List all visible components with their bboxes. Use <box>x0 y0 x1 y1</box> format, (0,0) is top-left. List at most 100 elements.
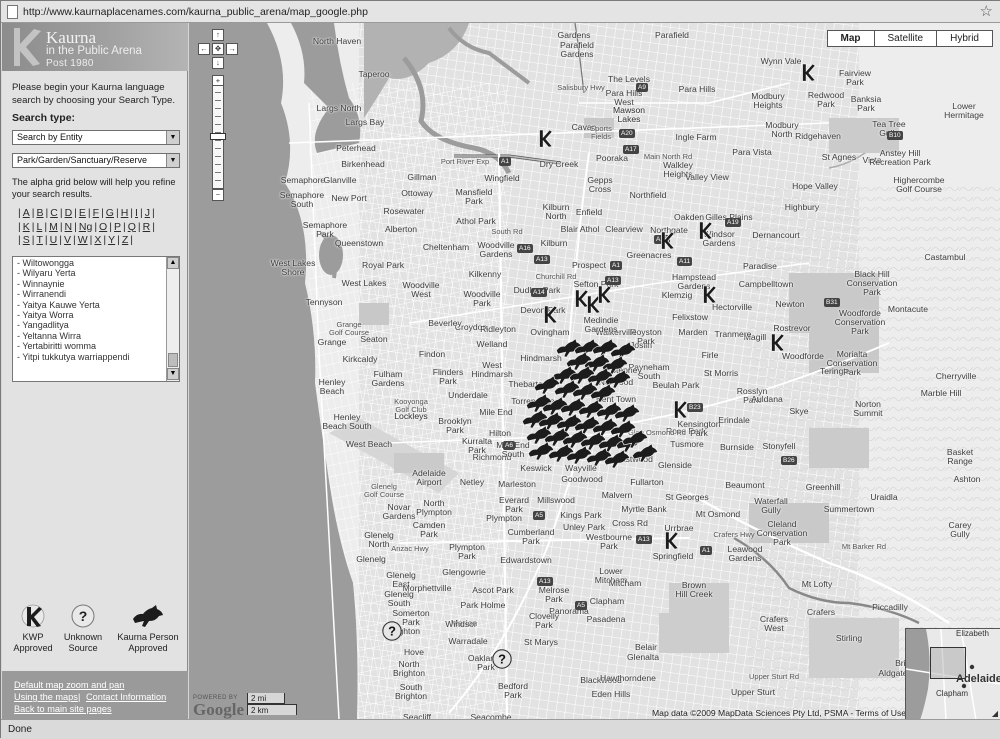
alpha-letter[interactable]: Z <box>122 234 128 246</box>
map-place-label: Paradise <box>743 261 777 271</box>
map-place-label: Morphettville <box>402 583 452 593</box>
kwp-approved-marker-icon[interactable] <box>698 283 720 307</box>
scroll-down-icon[interactable]: ▼ <box>167 368 179 380</box>
alpha-grid-help: The alpha grid below will help you refin… <box>12 177 176 199</box>
list-item[interactable]: - Wiltowongga <box>13 258 179 268</box>
zoom-out-button[interactable]: − <box>212 189 224 201</box>
alpha-letter[interactable]: J <box>145 207 150 219</box>
list-item[interactable]: - Yeltanna Wirra <box>13 331 179 341</box>
kwp-approved-marker-icon[interactable] <box>534 127 556 151</box>
overview-label-elizabeth: Elizabeth <box>956 629 989 638</box>
list-item[interactable]: - Yaitya Worra <box>13 310 179 320</box>
google-logo[interactable]: POWERED BY Google <box>193 695 244 718</box>
overview-map[interactable]: Elizabeth Adelaide Clapham ◢ <box>905 628 1000 719</box>
alpha-letter[interactable]: N <box>65 221 73 233</box>
list-item-label: Wilyaru Yerta <box>22 268 76 279</box>
scroll-up-icon[interactable]: ▲ <box>167 257 179 269</box>
alpha-letter[interactable]: E <box>79 207 86 219</box>
list-item[interactable]: - Wilyaru Yerta <box>13 268 179 278</box>
map-type-hybrid-button[interactable]: Hybrid <box>936 30 993 47</box>
list-item[interactable]: - Yaitya Kauwe Yerta <box>13 300 179 310</box>
alpha-separator: | <box>87 207 91 219</box>
alpha-letter[interactable]: M <box>49 221 58 233</box>
pan-center-button[interactable]: ✥ <box>212 43 224 55</box>
list-item[interactable]: - Yertabiritti womma <box>13 341 179 351</box>
place-name-list[interactable]: - Wiltowongga - Wilyaru Yerta - Winnaynie -… <box>12 256 180 382</box>
alpha-letter[interactable]: X <box>94 234 101 246</box>
overview-collapse-icon[interactable]: ◢ <box>992 709 998 718</box>
map-place-label: Novar Gardens <box>382 502 416 522</box>
unknown-source-marker-icon[interactable]: ? <box>491 648 513 670</box>
url-input[interactable] <box>23 4 973 20</box>
alpha-letter[interactable]: F <box>93 207 99 219</box>
site-logo[interactable]: Kaurna in the Public Arena Post 1980 <box>2 23 188 71</box>
back-to-main-site-link[interactable]: Back to main site pages <box>14 704 112 714</box>
alpha-letter[interactable]: S <box>23 234 30 246</box>
contact-information-link[interactable]: Contact Information <box>86 692 166 702</box>
alpha-letter[interactable]: L <box>36 221 42 233</box>
kwp-approved-marker-icon[interactable] <box>656 229 678 253</box>
alpha-letter[interactable]: V <box>64 234 71 246</box>
alpha-letter[interactable]: C <box>50 207 58 219</box>
map-place-label: Bedford Park <box>497 681 529 701</box>
alpha-letter[interactable]: O <box>99 221 107 233</box>
alpha-letter[interactable]: K <box>23 221 30 233</box>
list-item[interactable]: - Yitpi tukkutya warriappendi <box>13 352 179 362</box>
kwp-approved-marker-icon[interactable] <box>539 303 561 327</box>
alpha-letter[interactable]: B <box>36 207 43 219</box>
alpha-letter[interactable]: Ng <box>79 221 92 233</box>
list-item[interactable]: - Yangadlitya <box>13 320 179 330</box>
using-maps-link[interactable]: Using the maps <box>14 692 78 702</box>
alpha-separator: | <box>152 220 155 233</box>
google-map[interactable]: North Haven Taperoo Largs North Largs Bay Pe… <box>189 23 1000 719</box>
map-place-label: Semaphore South <box>279 190 325 210</box>
pan-down-button[interactable]: ↓ <box>212 57 224 69</box>
search-type-select[interactable]: Search by Entity ▼ <box>12 130 180 145</box>
list-item[interactable]: - Winnaynie <box>13 279 179 289</box>
kaurna-person-marker-icon[interactable] <box>630 442 660 464</box>
alpha-letter[interactable]: G <box>106 207 114 219</box>
kwp-approved-marker-icon[interactable] <box>593 283 615 307</box>
alpha-letter[interactable]: R <box>143 221 151 233</box>
chevron-down-icon[interactable]: ▼ <box>166 131 179 144</box>
alpha-letter[interactable]: A <box>23 207 30 219</box>
map-place-label: Wynn Vale <box>760 56 802 66</box>
alpha-letter[interactable]: Y <box>108 234 115 246</box>
pan-left-button[interactable]: ← <box>198 43 210 55</box>
map-attribution[interactable]: Map data ©2009 MapData Sciences Pty Ltd,… <box>652 708 906 718</box>
category-select[interactable]: Park/Garden/Sanctuary/Reserve ▼ <box>12 153 180 168</box>
map-type-map-button[interactable]: Map <box>826 30 875 47</box>
alpha-letter[interactable]: T <box>36 234 42 246</box>
bookmark-star-icon[interactable]: ☆ <box>980 2 993 20</box>
map-place-label: Gardens <box>557 30 591 40</box>
map-place-label: Keswick <box>520 463 552 473</box>
unknown-source-marker-icon[interactable]: ? <box>381 620 403 642</box>
map-place-label: Parafield <box>655 30 689 40</box>
map-place-label: Taperoo <box>358 69 390 79</box>
alpha-letter[interactable]: H <box>121 207 129 219</box>
map-place-label: Crafers West <box>759 614 789 634</box>
kaurna-person-marker-icon[interactable] <box>602 448 632 470</box>
alpha-letter[interactable]: U <box>50 234 58 246</box>
kwp-approved-marker-icon[interactable] <box>669 398 691 422</box>
road-number-badge: A11 <box>677 257 693 266</box>
default-map-zoom-link[interactable]: Default map zoom and pan <box>14 680 124 690</box>
map-type-satellite-button[interactable]: Satellite <box>873 30 938 47</box>
zoom-slider-handle[interactable] <box>210 133 226 140</box>
kwp-approved-marker-icon[interactable] <box>694 219 716 243</box>
kwp-approved-marker-icon[interactable] <box>660 529 682 553</box>
map-feature-label: South Rd <box>491 227 523 236</box>
pan-up-button[interactable]: ↑ <box>212 29 224 41</box>
alpha-letter[interactable]: W <box>78 234 88 246</box>
alpha-letter[interactable]: P <box>114 221 121 233</box>
pan-right-button[interactable]: → <box>226 43 238 55</box>
kwp-approved-marker-icon[interactable] <box>766 331 788 355</box>
alpha-letter[interactable]: D <box>65 207 73 219</box>
alpha-letter[interactable]: Q <box>128 221 136 233</box>
list-scrollbar[interactable]: ▲ ▼ <box>166 257 179 381</box>
scroll-thumb[interactable] <box>168 353 178 367</box>
chevron-down-icon[interactable]: ▼ <box>166 154 179 167</box>
kwp-approved-marker-icon[interactable] <box>797 61 819 85</box>
alpha-letter[interactable]: I <box>135 207 138 219</box>
list-item[interactable]: - Wirranendi <box>13 289 179 299</box>
